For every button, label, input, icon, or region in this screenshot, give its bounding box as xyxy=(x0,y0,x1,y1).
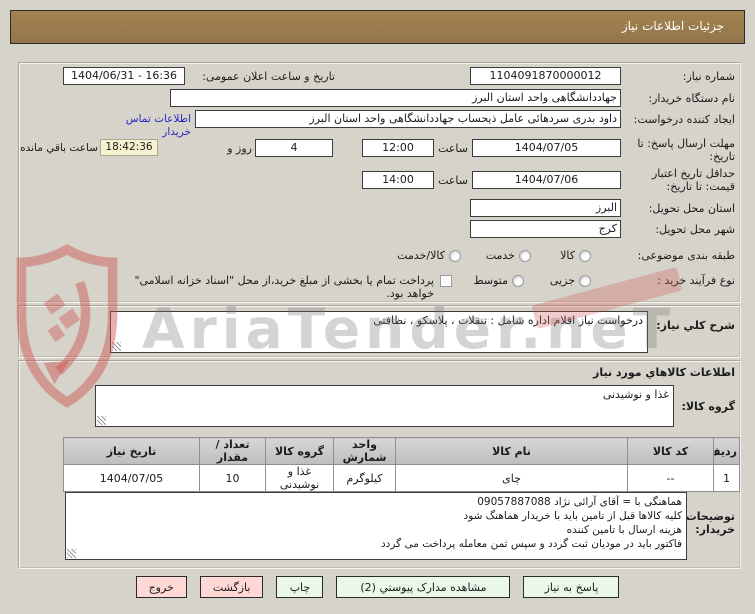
announce-datetime-label: تاریخ و ساعت اعلان عمومی: xyxy=(202,70,335,83)
creator-label: ایجاد کننده درخواست: xyxy=(633,113,735,126)
goods-table: ردیف کد کالا نام کالا واحد شمارش گروه کا… xyxy=(63,437,740,492)
subject-class-option-goods-service: کالا/خدمت xyxy=(397,249,445,262)
remaining-time-badge: 18:42:36 xyxy=(100,139,158,156)
buyer-org-field[interactable]: جهاددانشگاهی واحد استان البرز xyxy=(170,89,621,107)
days-and-label: روز و xyxy=(227,142,252,155)
col-quantity: تعداد / مقدار xyxy=(199,437,266,465)
buyer-notes-textarea[interactable]: هماهنگی با = آقای آرائی نژاد 09057887088… xyxy=(65,492,687,560)
reply-deadline-time-field[interactable]: 12:00 xyxy=(362,139,434,157)
print-button[interactable]: چاپ xyxy=(276,576,324,598)
price-validity-hour-label: ساعت xyxy=(438,174,468,187)
buyer-org-label: نام دستگاه خریدار: xyxy=(648,92,735,105)
button-row: پاسخ به نیاز مشاهده مدارک پیوستي (2) چاپ… xyxy=(0,576,755,598)
page-title: جزئیات اطلاعات نیاز xyxy=(621,19,724,33)
respond-to-need-button[interactable]: پاسخ به نیاز xyxy=(523,576,620,598)
reply-deadline-label: مهلت ارسال پاسخ: تا تاریخ: xyxy=(637,137,735,163)
cell-count-unit: کیلوگرم xyxy=(333,464,396,492)
col-goods-name: نام کالا xyxy=(395,437,628,465)
exit-button[interactable]: خروج xyxy=(135,576,187,598)
province-field[interactable]: البرز xyxy=(470,199,621,217)
need-number-label: شماره نیاز: xyxy=(682,70,735,83)
remaining-days-field[interactable]: 4 xyxy=(255,139,333,157)
col-goods-code: کد کالا xyxy=(627,437,714,465)
need-details-window: جزئیات اطلاعات نیاز شماره نیاز: 11040918… xyxy=(0,0,755,614)
creator-field[interactable]: داود بدری سردهائی عامل ذیحساب جهاددانشگا… xyxy=(195,110,621,128)
subject-class-option-goods: کالا xyxy=(560,249,575,262)
process-type-radio-medium[interactable] xyxy=(512,275,524,287)
col-count-unit: واحد شمارش xyxy=(333,437,396,465)
cell-goods-name: چای xyxy=(395,464,628,492)
subject-class-option-service: خدمت xyxy=(485,249,515,262)
col-row-number: ردیف xyxy=(713,437,740,465)
goods-group-label: گروه کالا: xyxy=(681,400,735,413)
hours-remaining-label: ساعت باقي مانده xyxy=(20,142,98,154)
reply-deadline-date-field[interactable]: 1404/07/05 xyxy=(472,139,621,157)
price-validity-time-field[interactable]: 14:00 xyxy=(362,171,434,189)
process-type-option-medium: متوسط xyxy=(473,274,508,287)
process-type-label: نوع فرآیند خرید : xyxy=(657,274,735,287)
cell-row-number: 1 xyxy=(713,464,740,492)
col-need-date: تاریخ نیاز xyxy=(63,437,200,465)
process-type-radio-minor[interactable] xyxy=(579,275,591,287)
need-desc-textarea[interactable]: درخواست نیاز اقلام اداره شامل : تنقلات ،… xyxy=(110,311,648,353)
view-attachments-button[interactable]: مشاهده مدارک پیوستي (2) xyxy=(336,576,511,598)
treasury-docs-label: پرداخت تمام یا بخشی از مبلغ خرید،از محل … xyxy=(134,274,434,300)
city-label: شهر محل تحویل: xyxy=(655,223,735,236)
goods-group-textarea[interactable]: غذا و نوشیدنی xyxy=(95,385,674,427)
reply-deadline-hour-label: ساعت xyxy=(438,142,468,155)
cell-quantity: 10 xyxy=(199,464,266,492)
back-button[interactable]: بازگشت xyxy=(199,576,264,598)
subject-class-label: طبقه بندی موضوعی: xyxy=(637,249,735,262)
subject-class-radio-goods[interactable] xyxy=(579,250,591,262)
goods-section-title: اطلاعات کالاهاي مورد نیاز xyxy=(593,366,735,379)
cell-need-date: 1404/07/05 xyxy=(63,464,200,492)
cell-goods-group: غذا و نوشیدنی xyxy=(265,464,334,492)
col-goods-group: گروه کالا xyxy=(265,437,334,465)
price-validity-label: حداقل تاریخ اعتبار قیمت: تا تاریخ: xyxy=(651,167,735,193)
treasury-docs-checkbox[interactable] xyxy=(440,275,452,287)
goods-table-row: 1 -- چای کیلوگرم غذا و نوشیدنی 10 1404/0… xyxy=(63,464,740,492)
subject-class-radio-goods-service[interactable] xyxy=(449,250,461,262)
city-field[interactable]: کرج xyxy=(470,220,621,238)
province-label: استان محل تحویل: xyxy=(648,202,735,215)
buyer-contact-link[interactable]: اطلاعات تماس خریدار xyxy=(96,113,191,139)
announce-datetime-field[interactable]: 1404/06/31 - 16:36 xyxy=(63,67,185,85)
goods-table-header-row: ردیف کد کالا نام کالا واحد شمارش گروه کا… xyxy=(63,437,740,465)
price-validity-date-field[interactable]: 1404/07/06 xyxy=(472,171,621,189)
page-header: جزئیات اطلاعات نیاز xyxy=(10,10,745,44)
cell-goods-code: -- xyxy=(627,464,714,492)
subject-class-radio-service[interactable] xyxy=(519,250,531,262)
process-type-option-minor: جزیی xyxy=(549,274,575,287)
need-desc-label: شرح کلي نیاز: xyxy=(656,319,735,332)
need-number-field[interactable]: 1104091870000012 xyxy=(470,67,621,85)
